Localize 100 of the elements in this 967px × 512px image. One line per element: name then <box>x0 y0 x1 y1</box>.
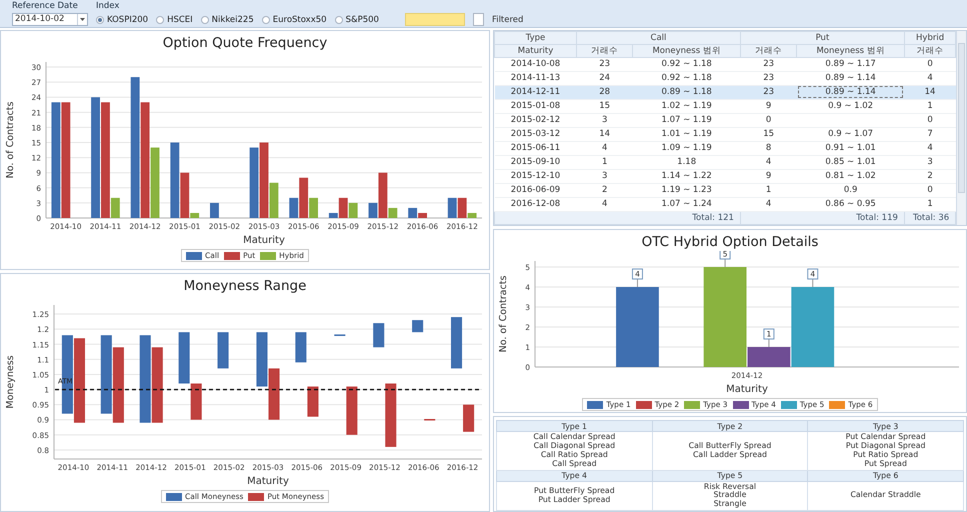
table-cell: 1 <box>576 155 633 170</box>
table-cell: 15 <box>576 99 633 114</box>
chart-title: Moneyness Range <box>184 277 306 295</box>
legend-swatch <box>636 400 652 409</box>
legend-swatch <box>587 400 604 409</box>
table-cell: 2016-12-08 <box>494 197 576 212</box>
table-cell: 28 <box>576 85 633 100</box>
field-label: Reference Date <box>12 1 79 12</box>
legend-swatch <box>684 400 700 409</box>
table-cell: 2015-02-12 <box>494 113 576 128</box>
table-cell: 24 <box>576 71 633 86</box>
y-axis-title: Moneyness <box>5 355 16 409</box>
bar <box>250 148 259 218</box>
table-cell: 0 <box>904 113 956 128</box>
table-cell: 1 <box>904 99 956 114</box>
column-header: Maturity <box>494 44 576 58</box>
table-cell: 4 <box>740 197 797 212</box>
bar <box>448 198 457 218</box>
x-axis-title: Maturity <box>726 384 768 396</box>
range-bar <box>373 323 384 348</box>
table-cell: 1.14 ~ 1.22 <box>632 169 740 184</box>
table-cell: 4 <box>904 141 956 156</box>
index-radio[interactable]: Nikkei225 <box>200 14 254 25</box>
range-bar <box>450 317 462 368</box>
table-cell: 0 <box>740 113 797 128</box>
chart-title: Option Quote Frequency <box>162 34 328 52</box>
index-radio[interactable]: S&P500 <box>334 14 379 25</box>
column-group-header: Type <box>494 32 576 44</box>
filter-checkbox[interactable] <box>472 13 484 26</box>
table-cell: 0 <box>904 183 956 198</box>
table-cell: 0.89 ~ 1.18 <box>632 85 740 100</box>
chart-title: OTC Hybrid Option Details <box>642 233 818 251</box>
table-cell: 2 <box>904 169 956 184</box>
range-bar <box>268 368 280 420</box>
table-cell: 4 <box>904 71 956 86</box>
table-cell: 8 <box>740 141 797 156</box>
range-bar <box>412 320 424 332</box>
table-cell: 1 <box>740 183 797 198</box>
table-cell: 9 <box>740 169 797 184</box>
column-group-header: Hybrid <box>904 32 956 44</box>
table-cell: 2015-03-12 <box>494 127 576 142</box>
date-dropdown[interactable]: 2014-10-02 <box>12 12 88 26</box>
table-cell: 2015-12-10 <box>494 169 576 184</box>
table-cell: 23 <box>740 71 797 86</box>
column-header: 거래수 <box>576 44 633 58</box>
table-cell: 0.91 ~ 1.01 <box>796 141 904 156</box>
table-cell: 2014-12-11 <box>494 85 576 100</box>
table-cell: 3 <box>576 113 633 128</box>
column-header: 거래수 <box>740 44 797 58</box>
legend-swatch <box>224 252 240 260</box>
table-cell: 14 <box>576 127 633 142</box>
table-cell: 1 <box>904 197 956 212</box>
range-bar <box>178 332 190 384</box>
table-cell: 2016-06-09 <box>494 183 576 198</box>
table-cell: 14 <box>904 85 956 100</box>
table-cell: 7 <box>904 127 956 142</box>
legend-swatch <box>829 400 846 409</box>
table-cell: 4 <box>576 141 633 156</box>
index-radio[interactable]: HSCEI <box>156 14 193 25</box>
range-bar <box>307 386 318 417</box>
x-axis-title: Maturity <box>243 235 285 246</box>
table-cell: 0.9 ~ 1.02 <box>796 99 904 114</box>
total-cell: Total: 121 <box>494 211 740 225</box>
range-bar <box>385 384 396 447</box>
legend-swatch <box>166 492 182 500</box>
table-cell: 2015-01-08 <box>494 99 576 114</box>
y-axis-title: No. of Contracts <box>5 102 16 178</box>
table-cell: 1.02 ~ 1.19 <box>632 99 740 114</box>
index-radio[interactable]: KOSPI200 <box>96 14 148 25</box>
table-cell: 0.92 ~ 1.18 <box>632 58 740 72</box>
table-cell: 2014-10-08 <box>494 58 576 72</box>
bar <box>210 202 219 218</box>
table-cell: 1.07 ~ 1.19 <box>632 113 740 128</box>
table-cell: 0.86 ~ 0.95 <box>796 197 904 212</box>
legend-swatch <box>780 400 797 409</box>
table-cell: 1.01 ~ 1.19 <box>632 127 740 142</box>
filter-color-box <box>404 13 465 26</box>
index-radio[interactable]: EuroStoxx50 <box>262 14 327 25</box>
table-cell: 23 <box>576 58 633 72</box>
column-header: Moneyness 범위 <box>632 44 740 58</box>
table-cell: 1.07 ~ 1.24 <box>632 197 740 212</box>
table-cell: 15 <box>740 127 797 142</box>
field-label: Index <box>96 1 120 12</box>
table-cell: 2 <box>576 183 633 198</box>
range-bar <box>346 386 358 435</box>
table-cell: 0.89 ~ 1.14 <box>796 85 904 100</box>
table-cell: 0.92 ~ 1.18 <box>632 71 740 86</box>
table-cell: 23 <box>740 58 797 72</box>
total-cell: Total: 119 <box>740 211 904 225</box>
table-cell: 9 <box>740 99 797 114</box>
scrollbar[interactable] <box>956 31 966 226</box>
y-axis-title: No. of Contracts <box>498 276 509 352</box>
table-cell: 4 <box>740 155 797 170</box>
legend-swatch <box>248 492 264 500</box>
column-header: 거래수 <box>904 44 956 58</box>
table-cell: 0.81 ~ 1.02 <box>796 169 904 184</box>
table-cell: 4 <box>576 197 633 212</box>
range-bar <box>256 332 268 387</box>
legend-swatch <box>732 400 748 409</box>
range-bar <box>190 384 202 420</box>
